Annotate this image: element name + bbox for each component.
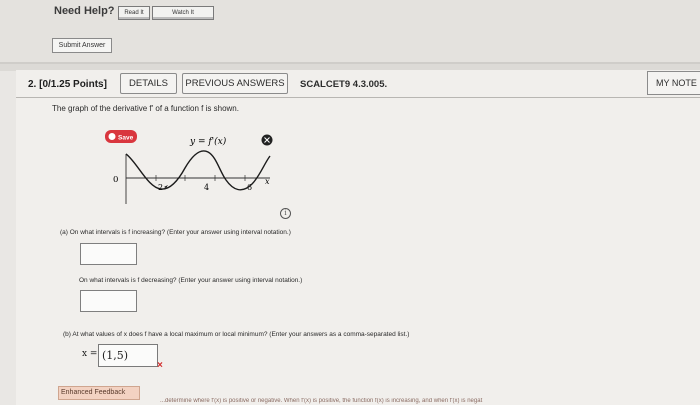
local-extrema-answer-input[interactable]: (1,5) xyxy=(98,344,158,367)
x-axis-label: x xyxy=(265,177,270,186)
x-equals-label: x = xyxy=(82,349,98,359)
submit-answer-button[interactable]: Submit Answer xyxy=(52,38,112,53)
tick-label-2: 2 xyxy=(158,183,163,192)
read-it-button[interactable]: Read It xyxy=(118,6,150,20)
need-help-label: Need Help? xyxy=(54,5,115,17)
incorrect-mark-icon: × xyxy=(157,360,163,371)
tick-label-4: 4 xyxy=(204,183,209,192)
curve-label: y = f'(x) xyxy=(189,136,227,147)
save-button[interactable]: Save xyxy=(105,130,137,143)
enhanced-feedback-label: Enhanced Feedback xyxy=(58,386,140,400)
part-b-question: (b) At what values of x does f have a lo… xyxy=(63,331,410,338)
expand-icon[interactable] xyxy=(261,134,273,146)
question-code: SCALCET9 4.3.005. xyxy=(300,79,388,90)
save-label: Save xyxy=(118,135,134,142)
previous-answers-tab[interactable]: PREVIOUS ANSWERS xyxy=(182,73,288,94)
question-prompt: The graph of the derivative f' of a func… xyxy=(52,104,239,113)
enhanced-feedback-text: ...determine where f'(x) is positive or … xyxy=(160,398,483,404)
part-a-increasing-question: (a) On what intervals is f increasing? (… xyxy=(60,229,291,236)
decreasing-answer-input[interactable] xyxy=(80,290,137,312)
info-icon[interactable]: i xyxy=(280,208,291,219)
watch-it-button[interactable]: Watch It xyxy=(152,6,214,20)
card-rule xyxy=(16,97,700,98)
derivative-graph: Save y = f'(x) 0 2 4 6 x xyxy=(105,130,273,204)
question-number: 2. [0/1.25 Points] xyxy=(28,79,107,90)
increasing-answer-input[interactable] xyxy=(80,243,137,265)
tick-label-0: 0 xyxy=(113,175,118,185)
details-tab[interactable]: DETAILS xyxy=(120,73,177,94)
my-notes-tab[interactable]: MY NOTE xyxy=(647,71,700,95)
part-a-decreasing-question: On what intervals is f decreasing? (Ente… xyxy=(79,277,303,284)
